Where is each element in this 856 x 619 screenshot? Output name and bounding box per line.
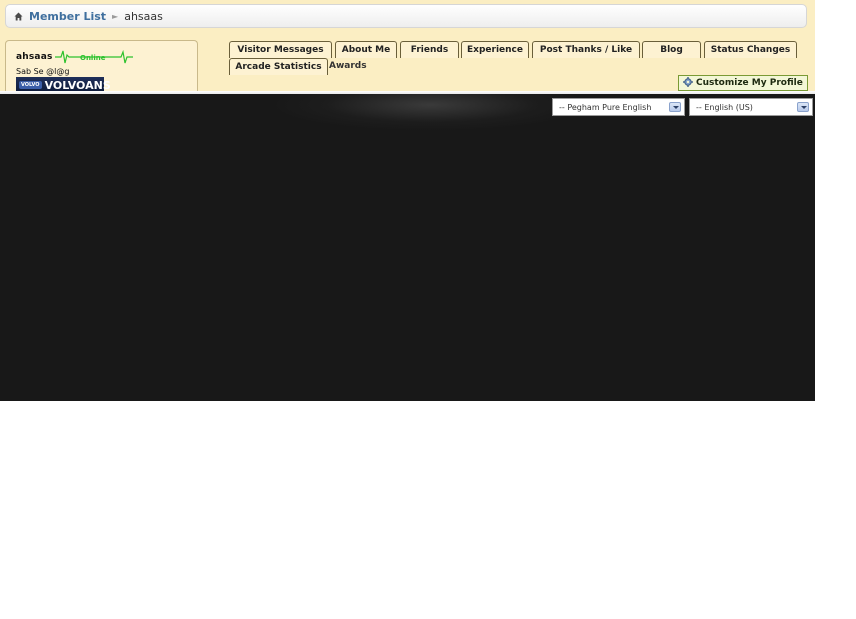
banner-badge: VOLVO [19,81,42,89]
banner-text: VOLVOANS [44,78,111,92]
language-chooser-select[interactable]: -- English (US) [689,98,813,116]
breadcrumb-separator-icon: ► [112,11,119,21]
profile-banner: VOLVO VOLVOANS [16,77,111,91]
breadcrumb-member-list-link[interactable]: Member List [29,10,106,23]
style-chooser-select[interactable]: -- Pegham Pure English [552,98,685,116]
online-status-text: Online [80,54,106,62]
home-icon[interactable] [14,12,23,21]
profile-user-title: Sab Se @l@g [16,67,70,76]
tab-visitor-messages[interactable]: Visitor Messages [229,41,332,58]
profile-username: ahsaas [16,52,53,62]
tab-blog[interactable]: Blog [642,41,701,58]
page: Member List ► ahsaas ahsaas Online Sab S… [0,0,856,619]
online-pulse-icon: Online [54,49,133,64]
profile-card: ahsaas Online Sab Se @l@g VOLVO VOLVOANS [5,40,198,91]
tab-about-me[interactable]: About Me [335,41,397,58]
cog-icon [683,76,693,90]
tab-post-thanks[interactable]: Post Thanks / Like [532,41,640,58]
tab-awards[interactable]: Awards [329,61,367,71]
chevron-down-icon[interactable] [797,102,809,112]
tab-arcade-statistics[interactable]: Arcade Statistics [229,58,328,75]
footer-dark-area [0,91,815,401]
customize-profile-label: Customize My Profile [696,78,803,88]
tab-status-changes[interactable]: Status Changes [704,41,797,58]
language-chooser-value: -- English (US) [696,102,753,112]
chevron-down-icon[interactable] [669,102,681,112]
style-chooser-value: -- Pegham Pure English [559,102,652,112]
breadcrumb: Member List ► ahsaas [5,4,807,28]
customize-profile-button[interactable]: Customize My Profile [678,75,808,91]
breadcrumb-current: ahsaas [124,9,163,23]
tab-experience[interactable]: Experience [461,41,529,58]
tab-friends[interactable]: Friends [400,41,459,58]
